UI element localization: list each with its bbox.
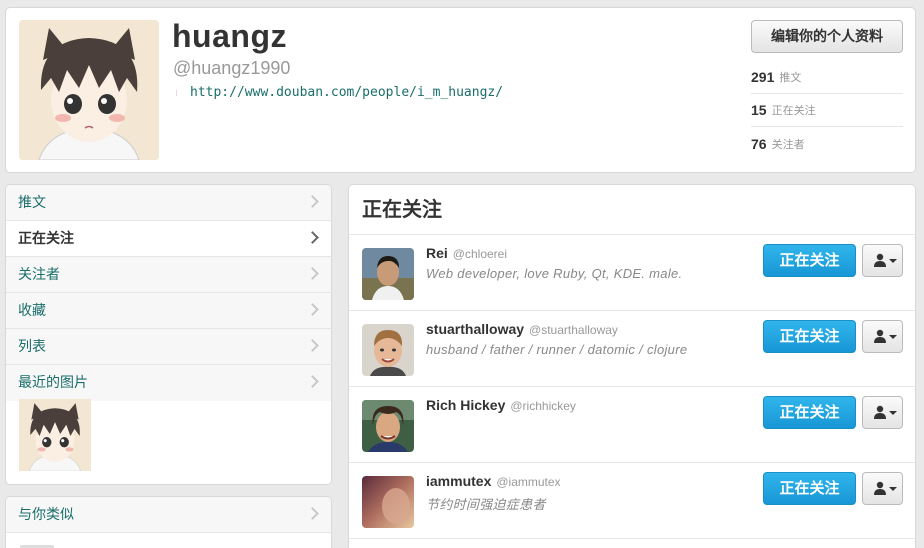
- recent-photo-thumbnail[interactable]: [19, 399, 91, 471]
- profile-card: huangz @huangz1990 http://www.douban.com…: [5, 7, 916, 173]
- list-item: iammutex @iammutex 节约时间强迫症患者 正在关注: [349, 463, 915, 539]
- list-item: Rich Hickey @richhickey 正在关注: [349, 387, 915, 463]
- list-item: Rei @chloerei Web developer, love Ruby, Q…: [349, 235, 915, 311]
- caret-down-icon: [889, 487, 897, 491]
- sidebar-item-recent-photos[interactable]: 最近的图片: [6, 365, 331, 401]
- link-icon: [176, 90, 182, 96]
- sidebar-item-label: 推文: [18, 194, 46, 210]
- user-handle: @richhickey: [510, 399, 576, 413]
- user-avatar[interactable]: [362, 248, 414, 300]
- sidebar-item-similar[interactable]: 与你类似: [6, 497, 331, 533]
- user-name[interactable]: stuarthalloway: [426, 321, 524, 337]
- sidebar-nav: 推文 正在关注 关注者 收藏 列表 最近的图片: [5, 184, 332, 485]
- user-name-row: iammutex @iammutex: [426, 473, 561, 489]
- chevron-right-icon: [306, 507, 319, 520]
- person-icon: [874, 329, 886, 343]
- sidebar-item-label: 收藏: [18, 302, 46, 318]
- sidebar-item-favorites[interactable]: 收藏: [6, 293, 331, 329]
- user-name-row: stuarthalloway @stuarthalloway: [426, 321, 618, 337]
- similar-panel: 与你类似: [5, 496, 332, 548]
- stat-followers[interactable]: 76 关注者: [751, 127, 903, 160]
- profile-avatar[interactable]: [19, 20, 159, 160]
- person-icon: [874, 253, 886, 267]
- sidebar-item-following[interactable]: 正在关注: [6, 221, 331, 257]
- profile-name: huangz: [172, 18, 287, 54]
- stat-following[interactable]: 15 正在关注: [751, 94, 903, 127]
- following-button[interactable]: 正在关注: [763, 396, 856, 429]
- chevron-right-icon: [306, 267, 319, 280]
- sidebar-item-label: 列表: [18, 338, 46, 354]
- user-avatar[interactable]: [362, 400, 414, 452]
- profile-handle: @huangz1990: [173, 58, 291, 78]
- user-actions-button[interactable]: [862, 244, 903, 277]
- following-button[interactable]: 正在关注: [763, 320, 856, 353]
- chevron-right-icon: [306, 339, 319, 352]
- user-name[interactable]: iammutex: [426, 473, 491, 489]
- following-button[interactable]: 正在关注: [763, 472, 856, 505]
- user-bio: Web developer, love Ruby, Qt, KDE. male.: [426, 266, 683, 281]
- user-handle: @chloerei: [452, 247, 508, 261]
- list-item: stuarthalloway @stuarthalloway husband / …: [349, 311, 915, 387]
- user-handle: @stuarthalloway: [529, 323, 618, 337]
- page-title: 正在关注: [349, 185, 915, 235]
- chevron-right-icon: [306, 303, 319, 316]
- stat-tweets-label: 推文: [779, 72, 802, 84]
- chevron-right-icon: [306, 375, 319, 388]
- user-avatar[interactable]: [362, 476, 414, 528]
- chevron-right-icon: [306, 231, 319, 244]
- caret-down-icon: [889, 335, 897, 339]
- chevron-right-icon: [306, 195, 319, 208]
- stat-tweets-count: 291: [751, 69, 775, 85]
- stat-followers-label: 关注者: [771, 138, 805, 151]
- user-actions-button[interactable]: [862, 472, 903, 505]
- sidebar-item-tweets[interactable]: 推文: [6, 185, 331, 221]
- edit-profile-button[interactable]: 编辑你的个人资料: [751, 20, 903, 53]
- user-name-row: Rich Hickey @richhickey: [426, 397, 576, 413]
- user-actions-button[interactable]: [862, 396, 903, 429]
- person-icon: [874, 481, 886, 495]
- user-bio: husband / father / runner / datomic / cl…: [426, 342, 688, 357]
- user-name[interactable]: Rei: [426, 245, 448, 261]
- sidebar-item-label: 关注者: [18, 266, 60, 282]
- user-name[interactable]: Rich Hickey: [426, 397, 505, 413]
- stat-tweets[interactable]: 291 推文: [751, 61, 903, 94]
- person-icon: [874, 405, 886, 419]
- caret-down-icon: [889, 411, 897, 415]
- sidebar-item-label: 正在关注: [18, 230, 74, 246]
- stat-following-count: 15: [751, 102, 767, 118]
- sidebar-item-followers[interactable]: 关注者: [6, 257, 331, 293]
- stat-followers-count: 76: [751, 135, 767, 152]
- user-bio: 节约时间强迫症患者: [426, 497, 546, 512]
- sidebar-item-label: 最近的图片: [18, 374, 88, 390]
- user-actions-button[interactable]: [862, 320, 903, 353]
- user-name-row: Rei @chloerei: [426, 245, 507, 261]
- sidebar-item-label: 与你类似: [18, 506, 74, 522]
- profile-url-row: http://www.douban.com/people/i_m_huangz/: [176, 85, 503, 100]
- user-avatar[interactable]: [362, 324, 414, 376]
- caret-down-icon: [889, 259, 897, 263]
- following-panel: 正在关注 Rei @chloerei Web developer, love Ru…: [348, 184, 916, 548]
- user-handle: @iammutex: [496, 475, 561, 489]
- sidebar-item-lists[interactable]: 列表: [6, 329, 331, 365]
- stat-following-label: 正在关注: [771, 105, 816, 117]
- profile-stats: 291 推文 15 正在关注 76 关注者: [751, 61, 903, 160]
- profile-url-link[interactable]: http://www.douban.com/people/i_m_huangz/: [190, 85, 503, 100]
- following-button[interactable]: 正在关注: [763, 244, 856, 277]
